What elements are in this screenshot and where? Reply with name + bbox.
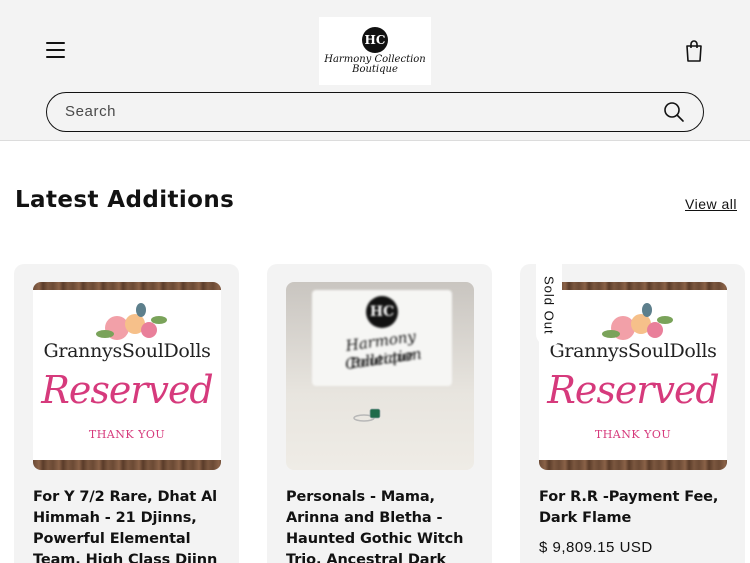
section-title: Latest Additions — [15, 187, 235, 213]
search-bar[interactable] — [46, 92, 704, 132]
product-image[interactable]: GrannysSoulDolls Reserved THANK YOU — [539, 282, 727, 470]
product-title[interactable]: For Y 7/2 Rare, Dhat Al Himmah - 21 Djin… — [33, 487, 223, 563]
hamburger-menu-icon[interactable] — [44, 38, 68, 62]
product-title[interactable]: Personals - Mama, Arinna and Bletha - Ha… — [286, 487, 476, 563]
image-thanks-text: THANK YOU — [594, 428, 672, 441]
image-thanks-text: THANK YOU — [88, 428, 166, 441]
search-icon[interactable] — [663, 101, 685, 123]
shopping-bag-icon[interactable] — [682, 38, 706, 64]
photo-sign: HC Harmony Collection Boutique — [312, 290, 452, 386]
reserved-graphic: GrannysSoulDolls Reserved THANK YOU — [539, 290, 727, 460]
image-brand-text: GrannysSoulDolls — [43, 340, 211, 362]
site-header: HC Harmony Collection Boutique — [0, 0, 750, 141]
photo-logo-mark: HC — [366, 296, 398, 328]
sold-out-label: Sold Out — [541, 275, 557, 335]
product-title[interactable]: For R.R -Payment Fee, Dark Flame — [539, 487, 729, 529]
image-brand-text: GrannysSoulDolls — [549, 340, 717, 362]
product-card[interactable]: GrannysSoulDolls Reserved THANK YOU For … — [14, 264, 239, 563]
site-logo[interactable]: HC Harmony Collection Boutique — [319, 17, 431, 85]
image-reserved-text: Reserved — [547, 368, 720, 412]
ring-icon — [353, 408, 381, 422]
image-reserved-text: Reserved — [41, 368, 214, 412]
product-image[interactable]: HC Harmony Collection Boutique — [286, 282, 474, 470]
product-card[interactable]: HC Harmony Collection Boutique Personals… — [267, 264, 492, 563]
product-price: $ 9,809.15 USD — [539, 539, 653, 556]
logo-line-2: Boutique — [352, 64, 398, 75]
reserved-graphic: GrannysSoulDolls Reserved THANK YOU — [33, 290, 221, 460]
product-image[interactable]: GrannysSoulDolls Reserved THANK YOU — [33, 282, 221, 470]
logo-mark: HC — [362, 27, 388, 53]
sold-out-badge: Sold Out — [536, 264, 562, 346]
view-all-link[interactable]: View all — [685, 196, 737, 212]
search-input[interactable] — [65, 93, 645, 130]
